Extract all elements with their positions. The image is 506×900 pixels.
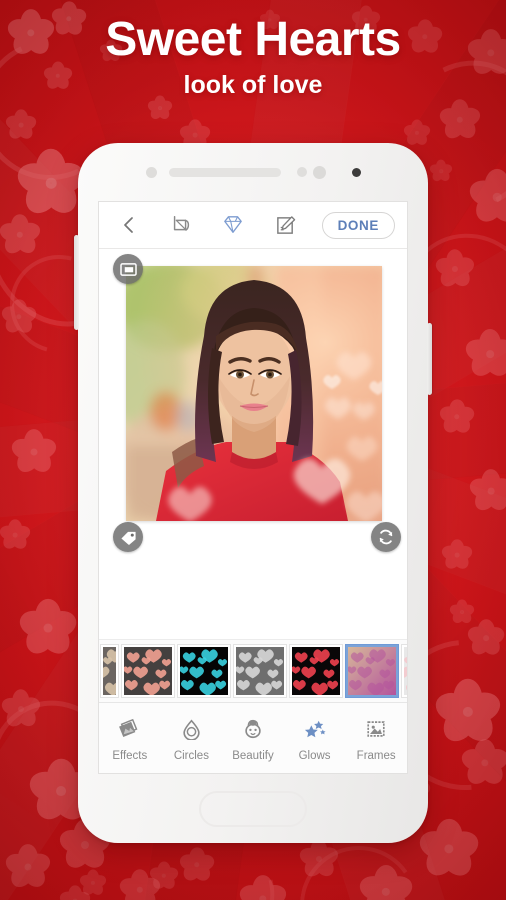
refresh-icon [379,529,393,545]
phone-mockup: DONE Effects Circles Beautify Glows Fram… [74,143,432,843]
circles-icon [181,718,202,745]
frames-icon [365,718,387,745]
phone-bottom-bezel [78,774,428,843]
photo-image [126,266,382,521]
headline-block: Sweet Hearts look of love [0,14,506,100]
nav-item-label: Beautify [232,750,274,762]
refresh-button[interactable] [371,522,401,552]
photo-preview[interactable] [126,266,382,521]
thumb-partial-left[interactable] [101,645,118,697]
thumb-pink-hearts[interactable] [122,645,174,697]
thumb-bokeh-hearts[interactable] [346,645,398,697]
nav-item-label: Glows [298,750,331,762]
beautify-icon [242,718,264,745]
nav-item-label: Circles [173,750,209,762]
phone-screen: DONE Effects Circles Beautify Glows Fram… [98,201,408,774]
screenshot-stage: Sweet Hearts look of love DONE Effects C… [0,0,506,900]
effects-icon [118,718,141,745]
edit-note-icon[interactable] [269,208,303,242]
home-button[interactable] [199,790,307,827]
thumb-gray-hearts[interactable] [234,645,286,697]
page-title: Sweet Hearts [105,13,401,66]
edit-canvas [99,249,407,639]
nav-item-beautify[interactable]: Beautify [224,718,282,762]
diamond-icon[interactable] [216,208,250,242]
thumb-partial-right[interactable] [402,645,407,697]
bottom-nav: Effects Circles Beautify Glows Frames [99,703,407,773]
thumb-cyan-hearts[interactable] [178,645,230,697]
phone-top-bezel [78,143,428,201]
layers-frame-button[interactable] [113,254,143,284]
app-toolbar: DONE [99,202,407,249]
proximity-sensor-icon [145,166,157,178]
light-sensor-icon [296,167,307,177]
nav-item-circles[interactable]: Circles [162,718,220,762]
page-subtitle: look of love [183,70,323,99]
nav-item-effects[interactable]: Effects [101,718,159,762]
effect-thumbnail-strip[interactable] [99,639,407,703]
crop-rotate-icon[interactable] [164,208,198,242]
back-icon[interactable] [111,208,145,242]
nav-item-label: Frames [356,750,396,762]
nav-item-label: Effects [112,750,148,762]
sensor-icon [312,165,326,179]
layers-frame-icon [119,262,137,276]
power-button[interactable] [427,323,432,395]
tag-icon [120,531,136,545]
volume-rocker[interactable] [74,235,79,330]
nav-item-frames[interactable]: Frames [347,718,405,762]
done-button[interactable]: DONE [321,211,395,239]
earpiece-speaker [168,167,281,177]
glows-icon [303,718,327,745]
nav-item-glows[interactable]: Glows [286,718,344,762]
thumb-red-hearts[interactable] [290,645,342,697]
tag-button[interactable] [113,522,143,552]
front-camera-icon [351,167,361,177]
